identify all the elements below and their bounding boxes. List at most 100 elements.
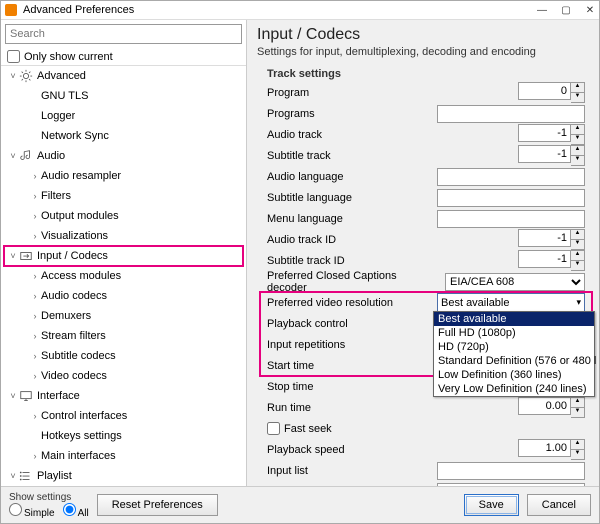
tree-item-avis[interactable]: ›Visualizations <box>1 226 246 246</box>
menu-language-input[interactable] <box>437 210 585 228</box>
subtitle-track-spinner[interactable]: ▲▼ <box>518 145 585 166</box>
resolution-option[interactable]: HD (720p) <box>434 340 594 354</box>
cancel-button[interactable]: Cancel <box>527 494 591 516</box>
tree-label: Access modules <box>41 270 121 282</box>
tree-item-logger[interactable]: Logger <box>1 106 246 126</box>
caret-icon: ˅ <box>7 251 19 261</box>
tree-item-advanced[interactable]: ˅Advanced <box>1 66 246 86</box>
tree-label: Hotkeys settings <box>41 430 122 442</box>
tree-label: Output modules <box>41 210 119 222</box>
video-resolution-highlight: Preferred video resolution Best availabl… <box>257 292 595 376</box>
tree-item-access[interactable]: ›Access modules <box>1 266 246 286</box>
tree-item-miface[interactable]: ›Main interfaces <box>1 446 246 466</box>
tree-label: GNU TLS <box>41 90 88 102</box>
reset-preferences-button[interactable]: Reset Preferences <box>97 494 218 516</box>
caret-icon: › <box>29 411 41 421</box>
maximize-button[interactable]: ▢ <box>561 5 571 15</box>
cc-decoder-select[interactable]: EIA/CEA 608 <box>445 273 585 291</box>
tree-item-scodec[interactable]: ›Subtitle codecs <box>1 346 246 366</box>
tree-label: Input / Codecs <box>37 250 108 262</box>
tree-item-gnutls[interactable]: GNU TLS <box>1 86 246 106</box>
caret-icon: › <box>29 331 41 341</box>
caret-icon: › <box>29 191 41 201</box>
audio-track-spinner[interactable]: ▲▼ <box>518 124 585 145</box>
video-resolution-dropdown[interactable]: Best available Best availableFull HD (10… <box>423 293 595 313</box>
sidebar: Only show current ˅Advanced GNU TLS Logger… <box>1 20 247 486</box>
resolution-option[interactable]: Very Low Definition (240 lines) <box>434 382 594 396</box>
caret-icon: › <box>29 171 41 181</box>
close-button[interactable]: ✕ <box>585 5 595 15</box>
tree-label: Network Sync <box>41 130 109 142</box>
settings-panel: Input / Codecs Settings for input, demul… <box>247 20 599 486</box>
tree-item-interface[interactable]: ˅Interface <box>1 386 246 406</box>
tree-item-afilt[interactable]: ›Filters <box>1 186 246 206</box>
tree-label: Filters <box>41 190 71 202</box>
caret-icon: › <box>29 231 41 241</box>
subtitle-language-input[interactable] <box>437 189 585 207</box>
tree-item-playlist[interactable]: ˅ Playlist <box>1 466 246 486</box>
tree-label: Interface <box>37 390 80 402</box>
fast-seek-checkbox[interactable]: Fast seek <box>267 422 417 435</box>
tree-label: Subtitle codecs <box>41 350 116 362</box>
tree-label: Playlist <box>37 470 72 482</box>
window-title: Advanced Preferences <box>23 4 537 16</box>
resolution-option[interactable]: Full HD (1080p) <box>434 326 594 340</box>
spin-down-icon[interactable]: ▼ <box>571 92 585 103</box>
show-settings-simple[interactable]: Simple <box>9 503 55 519</box>
tree-item-acodec[interactable]: ›Audio codecs <box>1 286 246 306</box>
tree-label: Logger <box>41 110 75 122</box>
tree-item-input[interactable]: ˅ Input / Codecs <box>1 246 246 266</box>
settings-scroll[interactable]: Track settings Program▲▼ Programs Audio … <box>257 64 597 486</box>
minimize-button[interactable]: — <box>537 5 547 15</box>
input-slave-input[interactable] <box>437 483 585 487</box>
resolution-option[interactable]: Standard Definition (576 or 480 lines) <box>434 354 594 368</box>
caret-icon: ˅ <box>7 71 19 81</box>
audio-language-input[interactable] <box>437 168 585 186</box>
note-icon <box>19 149 33 163</box>
caret-icon: › <box>29 311 41 321</box>
only-show-current-checkbox[interactable]: Only show current <box>1 48 246 65</box>
titlebar: Advanced Preferences — ▢ ✕ <box>1 1 599 20</box>
only-show-current-input[interactable] <box>7 50 20 63</box>
app-icon <box>5 4 17 16</box>
tree-label: Stream filters <box>41 330 106 342</box>
footer: Show settings Simple All Reset Preferenc… <box>1 486 599 523</box>
playback-speed-spinner[interactable]: ▲▼ <box>518 439 585 460</box>
preferences-tree[interactable]: ˅AdvancedGNU TLSLoggerNetwork Sync˅Audio… <box>1 65 246 486</box>
tree-label: Audio <box>37 150 65 162</box>
tree-item-audio[interactable]: ˅Audio <box>1 146 246 166</box>
caret-icon: ˅ <box>7 471 19 481</box>
save-button[interactable]: Save <box>464 494 519 516</box>
spin-up-icon[interactable]: ▲ <box>571 82 585 92</box>
page-title: Input / Codecs <box>257 26 597 44</box>
programs-input[interactable] <box>437 105 585 123</box>
program-spinner[interactable]: ▲▼ <box>518 82 585 103</box>
tree-item-sfilt[interactable]: ›Stream filters <box>1 326 246 346</box>
show-settings-all[interactable]: All <box>63 503 89 519</box>
caret-icon: › <box>29 271 41 281</box>
input-list-input[interactable] <box>437 462 585 480</box>
list-icon <box>19 469 33 483</box>
page-subtitle: Settings for input, demultiplexing, deco… <box>257 46 597 58</box>
video-resolution-options[interactable]: Best availableFull HD (1080p)HD (720p)St… <box>433 311 595 397</box>
tree-item-demux[interactable]: ›Demuxers <box>1 306 246 326</box>
caret-icon: › <box>29 371 41 381</box>
tree-item-ares[interactable]: ›Audio resampler <box>1 166 246 186</box>
section-track-settings: Track settings <box>257 64 595 82</box>
iface-icon <box>19 389 33 403</box>
tree-item-vcodec[interactable]: ›Video codecs <box>1 366 246 386</box>
tree-item-hotkeys[interactable]: Hotkeys settings <box>1 426 246 446</box>
tree-item-netsync[interactable]: Network Sync <box>1 126 246 146</box>
run-time-spinner[interactable]: ▲▼ <box>518 397 585 418</box>
subtitle-track-id-spinner[interactable]: ▲▼ <box>518 250 585 271</box>
tree-item-aout[interactable]: ›Output modules <box>1 206 246 226</box>
caret-icon: › <box>29 351 41 361</box>
caret-icon: › <box>29 291 41 301</box>
tree-item-ciface[interactable]: ›Control interfaces <box>1 406 246 426</box>
search-input[interactable] <box>5 24 242 44</box>
input-icon <box>19 249 33 263</box>
audio-track-id-spinner[interactable]: ▲▼ <box>518 229 585 250</box>
resolution-option[interactable]: Best available <box>434 312 594 326</box>
preferences-window: Advanced Preferences — ▢ ✕ Only show cur… <box>0 0 600 524</box>
resolution-option[interactable]: Low Definition (360 lines) <box>434 368 594 382</box>
